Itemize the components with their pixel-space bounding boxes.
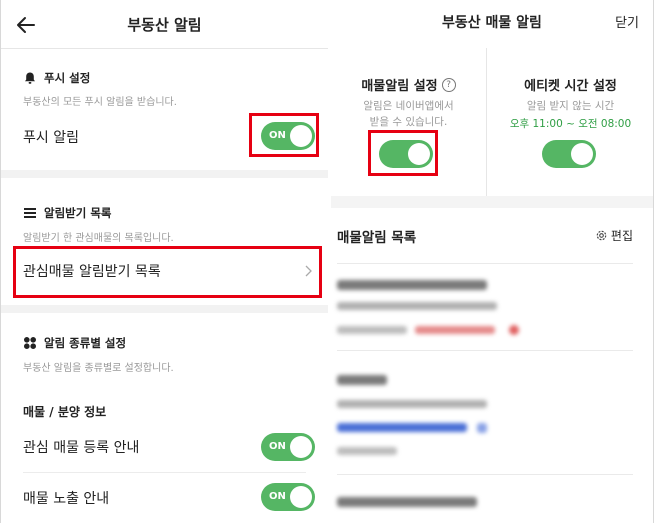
row-divider — [23, 472, 306, 473]
types-section-description: 부동산 알림을 종류별로 설정합니다. — [23, 363, 174, 374]
column-divider — [486, 48, 487, 196]
blurred-listing-title — [337, 280, 487, 290]
highlight-box-subscribe-list — [13, 246, 322, 298]
etiquette-panel: 에티켓 시간 설정 알림 받지 않는 시간 오후 11:00 ~ 오전 08:0… — [493, 75, 648, 131]
alert-setting-title: 매물알림 설정 ? — [331, 75, 486, 94]
blurred-listing-tag — [415, 326, 495, 334]
blurred-listing-link[interactable] — [337, 423, 467, 432]
highlight-box-alert-setting-toggle — [368, 130, 438, 176]
grid-icon — [24, 337, 36, 349]
blurred-listing-detail — [337, 400, 487, 408]
interest-registration-toggle[interactable]: ON — [261, 433, 315, 461]
list-divider — [337, 350, 633, 351]
bell-icon — [25, 72, 35, 84]
section-gap — [1, 170, 328, 178]
page-title: 부동산 알림 — [127, 16, 202, 34]
blurred-link-icon — [477, 423, 487, 433]
etiquette-toggle[interactable] — [542, 140, 596, 168]
blurred-listing-meta — [337, 447, 397, 455]
blurred-listing-title — [337, 497, 477, 507]
toggle-on-text: ON — [269, 441, 286, 452]
gear-icon — [596, 230, 607, 241]
alert-setting-description: 알림은 네이버앱에서 받을 수 있습니다. — [331, 98, 486, 130]
toggle-knob — [290, 486, 312, 508]
types-section-title: 알림 종류별 설정 — [23, 335, 126, 351]
right-screen: 부동산 매물 알림 닫기 매물알림 설정 ? 알림은 네이버앱에서 받을 수 있… — [331, 0, 654, 523]
blurred-listing-title — [337, 375, 387, 385]
page-title: 부동산 매물 알림 — [442, 15, 542, 31]
left-screen: 부동산 알림 푸시 설정 부동산의 모든 푸시 알림을 받습니다. 푸시 알림 … — [0, 0, 328, 523]
alert-setting-panel: 매물알림 설정 ? 알림은 네이버앱에서 받을 수 있습니다. — [331, 75, 486, 130]
subscribe-section-label: 알림받기 목록 — [44, 206, 112, 220]
push-alert-label: 푸시 알림 — [23, 130, 79, 146]
etiquette-title: 에티켓 시간 설정 — [524, 79, 617, 94]
blurred-listing-badge — [509, 325, 519, 335]
alert-setting-label: 매물알림 설정 — [361, 79, 438, 94]
etiquette-time-range: 오후 11:00 ~ 오전 08:00 — [509, 118, 632, 130]
etiquette-description: 알림 받지 않는 시간 — [526, 100, 615, 112]
list-divider — [337, 263, 633, 264]
toggle-knob — [571, 143, 593, 165]
alert-setting-description-line2: 받을 수 있습니다. — [369, 116, 448, 128]
edit-button[interactable]: 편집 — [595, 227, 633, 244]
push-section-description: 부동산의 모든 푸시 알림을 받습니다. — [23, 97, 177, 108]
listing-exposure-toggle[interactable]: ON — [261, 483, 315, 511]
highlight-box-push-toggle — [249, 113, 319, 157]
blurred-listing-meta — [337, 326, 407, 334]
left-header: 부동산 알림 — [1, 0, 328, 48]
close-button[interactable]: 닫기 — [615, 12, 639, 31]
section-gap — [331, 196, 653, 208]
list-divider — [337, 474, 633, 475]
push-section-title: 푸시 설정 — [23, 70, 90, 86]
alert-list-title: 매물알림 목록 — [337, 230, 417, 246]
subscribe-section-description: 알림받기 한 관심매물의 목록입니다. — [23, 233, 174, 244]
setting-label-listing-exposure: 매물 노출 안내 — [23, 491, 110, 507]
edit-label: 편집 — [610, 229, 633, 243]
toggle-knob — [290, 436, 312, 458]
header-divider — [1, 48, 328, 49]
toggle-on-text: ON — [269, 491, 286, 502]
subscribe-section-title: 알림받기 목록 — [23, 205, 111, 221]
help-icon[interactable]: ? — [441, 77, 456, 92]
alert-setting-description-line1: 알림은 네이버앱에서 — [363, 100, 454, 112]
setting-label-interest-registration: 관심 매물 등록 안내 — [23, 440, 140, 456]
types-section-label: 알림 종류별 설정 — [44, 336, 127, 350]
blurred-listing-detail — [337, 302, 497, 310]
group-label-listing-info: 매물 / 분양 정보 — [23, 405, 107, 419]
push-section-label: 푸시 설정 — [44, 71, 91, 85]
section-gap — [1, 305, 328, 313]
list-icon — [24, 208, 36, 218]
